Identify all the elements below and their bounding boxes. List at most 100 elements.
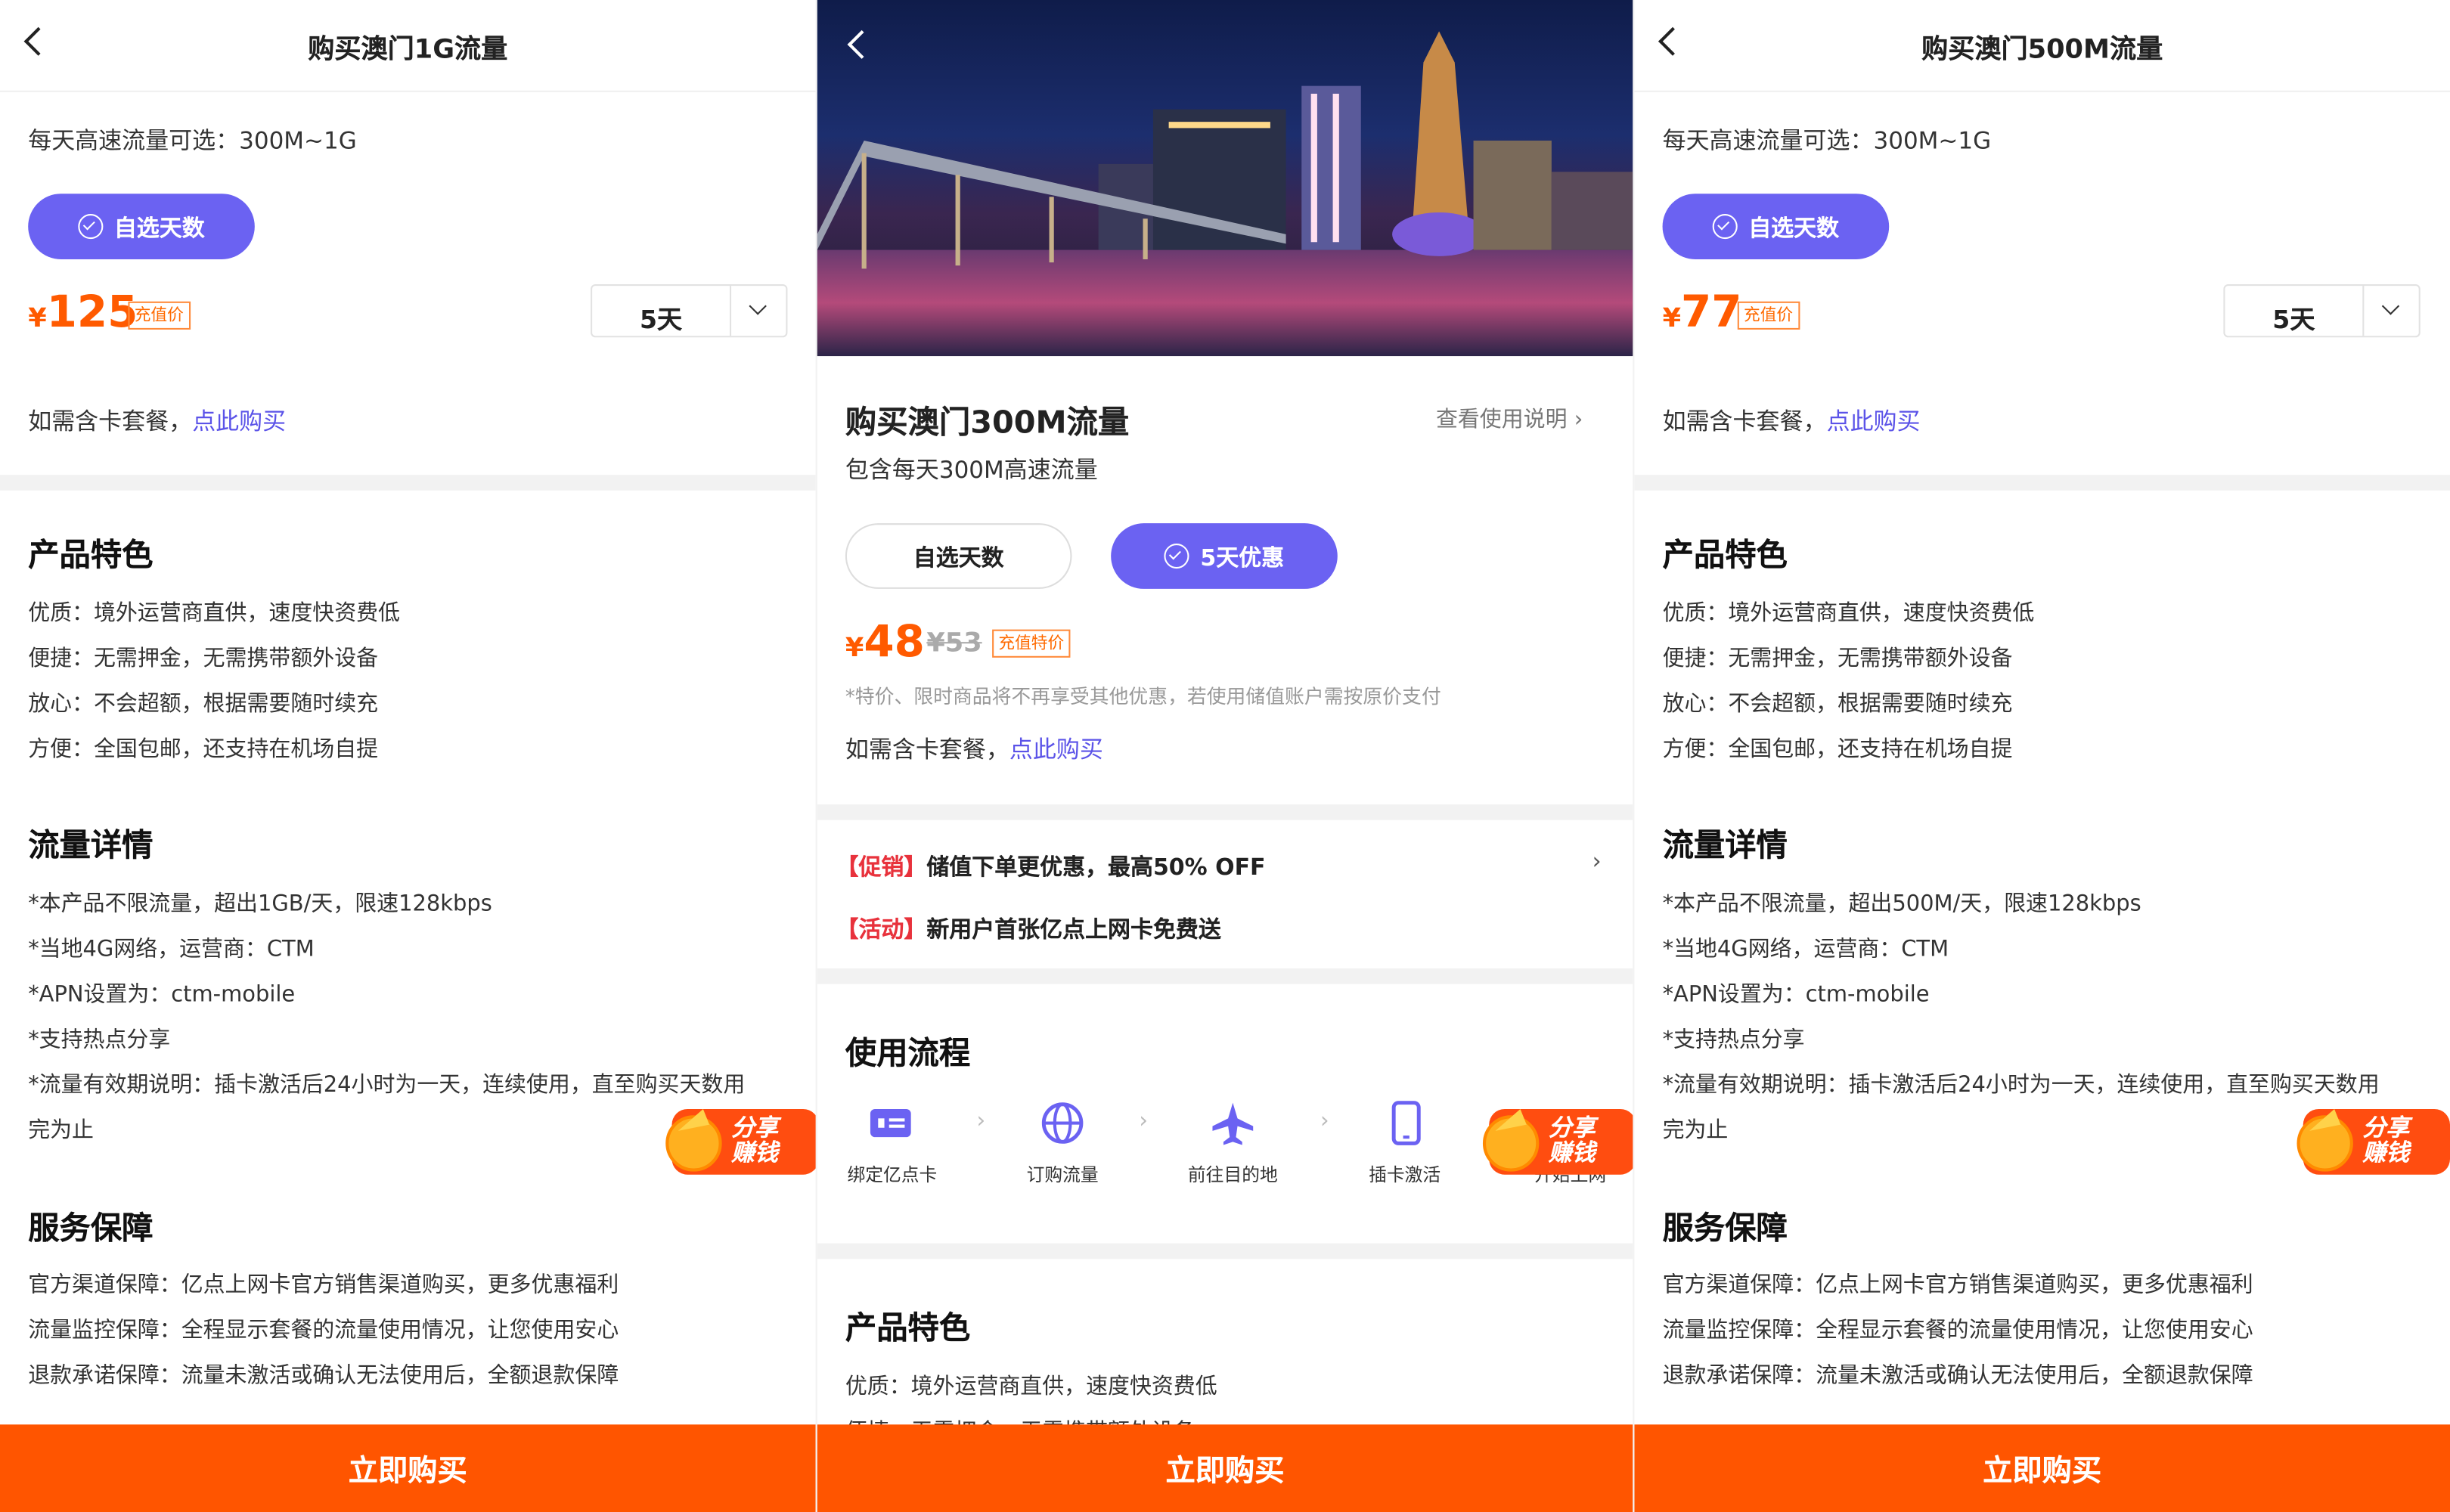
details-title: 流量详情 bbox=[1662, 826, 1788, 864]
service-title: 服务保障 bbox=[1662, 1209, 1788, 1247]
phone-icon bbox=[1391, 1101, 1421, 1145]
detail-item: *当地4G网络，运营商：CTM bbox=[1662, 937, 1949, 962]
card-package-link[interactable]: 点此购买 bbox=[1009, 736, 1103, 764]
detail-item: *本产品不限流量，超出500M/天，限速128kbps bbox=[1662, 891, 2141, 917]
days-select[interactable]: 5天 bbox=[591, 284, 788, 338]
feature-item: 方便：全国包邮，还支持在机场自提 bbox=[1662, 737, 2013, 763]
price: ¥48 bbox=[845, 615, 925, 667]
price-tag: 充值价 bbox=[1737, 301, 1800, 330]
panel-macau-1g: 购买澳门1G流量 每天高速流量可选：300M~1G 自选天数 ¥125 充值价 … bbox=[0, 0, 816, 1512]
check-circle-icon bbox=[1164, 544, 1189, 569]
promo-key: 【促销】 bbox=[836, 856, 927, 881]
features-title: 产品特色 bbox=[845, 1309, 971, 1346]
feature-item: 便捷：无需押金，无需携带额外设备 bbox=[28, 646, 379, 672]
five-day-deal-label: 5天优惠 bbox=[1200, 546, 1285, 572]
panel-macau-500m: 购买澳门500M流量 每天高速流量可选：300M~1G 自选天数 ¥77 充值价… bbox=[1634, 0, 2450, 1512]
buy-now-button[interactable]: 立即购买 bbox=[0, 1424, 816, 1512]
feature-item: 方便：全国包邮，还支持在机场自提 bbox=[28, 737, 379, 763]
service-title: 服务保障 bbox=[28, 1209, 154, 1247]
card-package-prefix: 如需含卡套餐， bbox=[845, 736, 1009, 764]
card-package-link[interactable]: 点此购买 bbox=[1827, 407, 1921, 435]
features-title: 产品特色 bbox=[1662, 535, 1788, 574]
chevron-down-icon bbox=[2381, 297, 2400, 315]
buy-now-button[interactable]: 立即购买 bbox=[817, 1424, 1633, 1512]
card-package-row: 如需含卡套餐，点此购买 bbox=[1663, 404, 1921, 437]
price-value: 77 bbox=[1681, 286, 1742, 338]
card-package-row: 如需含卡套餐，点此购买 bbox=[28, 404, 286, 437]
share-earn-badge[interactable]: 分享 赚钱 bbox=[662, 1096, 816, 1175]
panel-macau-300m: 购买澳门300M流量 查看使用说明 › 包含每天300M高速流量 自选天数 5天… bbox=[817, 0, 1633, 1512]
chevron-down-icon bbox=[749, 297, 767, 315]
section-divider bbox=[817, 968, 1633, 984]
step-label: 订购流量 bbox=[1026, 1163, 1099, 1186]
bind-card-icon bbox=[870, 1108, 911, 1138]
flow-title: 使用流程 bbox=[845, 1033, 971, 1072]
card-package-prefix: 如需含卡套餐， bbox=[28, 407, 193, 436]
macau-night-hero-image bbox=[817, 0, 1633, 357]
promo-text: 储值下单更优惠，最高50% OFF bbox=[926, 856, 1266, 881]
detail-item: *当地4G网络，运营商：CTM bbox=[28, 937, 315, 962]
price-value: 48 bbox=[864, 615, 925, 668]
badge-line1: 分享 bbox=[2362, 1114, 2410, 1142]
service-item: 流量监控保障：全程显示套餐的流量使用情况，让您使用安心 bbox=[1662, 1318, 2253, 1343]
feature-item: 优质：境外运营商直供，速度快资费低 bbox=[1662, 601, 2035, 627]
price-tag: 充值特价 bbox=[992, 629, 1071, 658]
badge-line2: 赚钱 bbox=[1548, 1139, 1596, 1167]
buy-now-button[interactable]: 立即购买 bbox=[1634, 1424, 2450, 1512]
badge-line2: 赚钱 bbox=[731, 1139, 779, 1167]
detail-item: 完为止 bbox=[1662, 1118, 1729, 1144]
features-title: 产品特色 bbox=[28, 535, 154, 574]
globe-icon bbox=[1041, 1102, 1084, 1144]
daily-option-text: 每天高速流量可选：300M~1G bbox=[1662, 126, 1992, 155]
promo-row[interactable]: 【促销】储值下单更优惠，最高50% OFF › bbox=[836, 850, 1617, 882]
service-item: 退款承诺保障：流量未激活或确认无法使用后，全额退款保障 bbox=[28, 1363, 619, 1389]
price: ¥77 bbox=[1663, 286, 1742, 337]
badge-line1: 分享 bbox=[1548, 1114, 1596, 1142]
step-arrow-icon: › bbox=[976, 1108, 986, 1134]
detail-item: *支持热点分享 bbox=[28, 1027, 171, 1053]
five-day-deal-button[interactable]: 5天优惠 bbox=[1111, 523, 1338, 589]
feature-item: 放心：不会超额，根据需要随时续充 bbox=[28, 692, 379, 717]
feature-item: 放心：不会超额，根据需要随时续充 bbox=[1662, 692, 2013, 717]
card-package-row: 如需含卡套餐，点此购买 bbox=[845, 733, 1103, 765]
old-price: ¥53 bbox=[926, 627, 982, 659]
step-label: 前往目的地 bbox=[1187, 1163, 1278, 1186]
detail-item: *APN设置为：ctm-mobile bbox=[1662, 982, 1930, 1008]
custom-days-button[interactable]: 自选天数 bbox=[28, 194, 255, 259]
section-divider bbox=[817, 1243, 1633, 1259]
detail-item: *本产品不限流量，超出1GB/天，限速128kbps bbox=[28, 891, 492, 917]
detail-item: *支持热点分享 bbox=[1662, 1027, 1805, 1053]
badge-line1: 分享 bbox=[731, 1114, 779, 1142]
price-symbol: ¥ bbox=[1662, 302, 1682, 335]
price-tag: 充值价 bbox=[128, 301, 191, 330]
share-earn-badge[interactable]: 分享 赚钱 bbox=[2293, 1096, 2450, 1175]
price-symbol: ¥ bbox=[28, 302, 47, 335]
custom-days-button[interactable]: 自选天数 bbox=[1662, 194, 1890, 259]
select-divider bbox=[729, 286, 732, 336]
header: 购买澳门1G流量 bbox=[0, 0, 816, 92]
days-select[interactable]: 5天 bbox=[2223, 284, 2421, 338]
custom-days-button[interactable]: 自选天数 bbox=[845, 523, 1072, 589]
card-package-prefix: 如需含卡套餐， bbox=[1662, 407, 1827, 436]
page-title: 购买澳门1G流量 bbox=[308, 34, 508, 66]
chevron-right-icon: › bbox=[1574, 407, 1583, 433]
page-title: 购买澳门500M流量 bbox=[1921, 34, 2163, 66]
chevron-right-icon: › bbox=[1592, 849, 1602, 875]
page-title: 购买澳门300M流量 bbox=[845, 403, 1130, 441]
activity-key: 【活动】 bbox=[836, 918, 927, 943]
usage-instructions-link[interactable]: 查看使用说明 › bbox=[1436, 403, 1583, 434]
step-arrow-icon: › bbox=[1139, 1108, 1148, 1134]
detail-item: *APN设置为：ctm-mobile bbox=[28, 982, 296, 1008]
price-symbol: ¥ bbox=[845, 632, 864, 665]
detail-item: *流量有效期说明：插卡激活后24小时为一天，连续使用，直至购买天数用 bbox=[28, 1073, 746, 1098]
check-circle-icon bbox=[78, 214, 104, 240]
card-package-link[interactable]: 点此购买 bbox=[192, 407, 286, 435]
feature-item: 优质：境外运营商直供，速度快资费低 bbox=[845, 1374, 1217, 1400]
activity-row[interactable]: 【活动】新用户首张亿点上网卡免费送 bbox=[836, 912, 1220, 945]
step-label: 插卡激活 bbox=[1369, 1163, 1441, 1186]
share-earn-badge[interactable]: 分享 赚钱 bbox=[1480, 1096, 1633, 1175]
usage-instructions-label: 查看使用说明 bbox=[1435, 407, 1568, 433]
section-divider bbox=[817, 804, 1633, 820]
step-label: 绑定亿点卡 bbox=[847, 1163, 938, 1186]
price: ¥125 bbox=[28, 286, 138, 337]
